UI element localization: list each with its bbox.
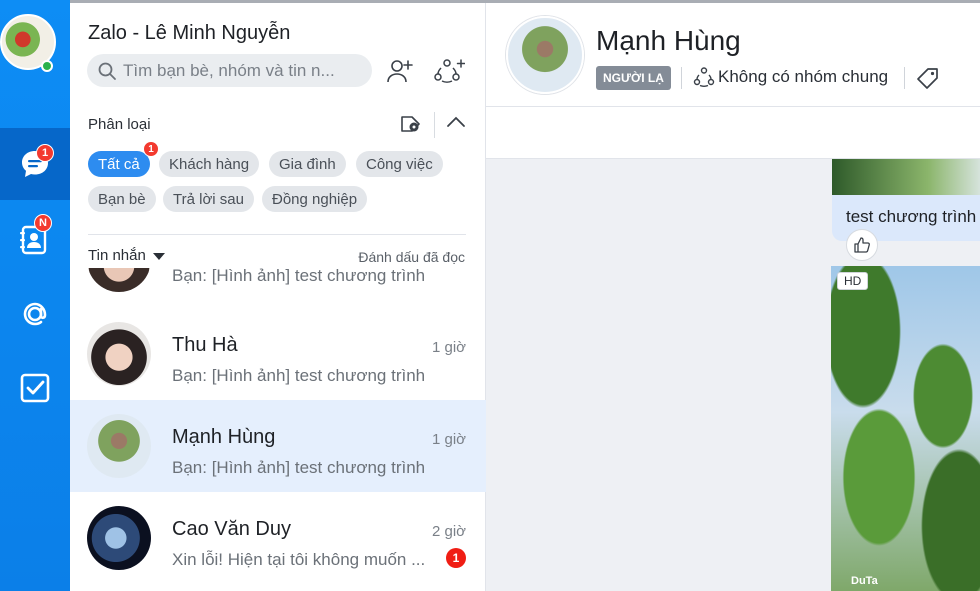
react-like-button[interactable] [846,229,878,261]
unread-badge: 1 [446,548,466,568]
manage-tags-button[interactable] [398,112,424,141]
thumbs-up-icon [854,237,870,253]
chevron-up-icon [447,116,465,127]
chip-family[interactable]: Gia đình [269,151,346,177]
photo-watermark: DuTa [851,575,878,587]
conversation-time: 2 giờ [431,523,466,540]
divider [88,234,466,235]
add-friend-button[interactable] [383,54,417,88]
contact-avatar [87,268,151,292]
conversation-name: Cao Văn Duy [172,518,291,540]
conversation-name: Thu Hà [172,334,238,356]
conversation-item[interactable]: Thu Hà 1 giờ Bạn: [Hình ảnh] test chương… [70,308,486,400]
search-box[interactable]: Tìm bạn bè, nhóm và tin n... [87,54,372,87]
common-groups-text: Không có nhóm chung [718,67,889,86]
conversation-item-selected[interactable]: Mạnh Hùng 1 giờ Bạn: [Hình ảnh] test chư… [70,400,486,492]
nav-todo[interactable] [0,352,70,424]
chat-pane: Mạnh Hùng NGƯỜI LẠ Không có nhóm chung t… [486,0,980,591]
top-border [70,0,486,3]
chip-colleagues[interactable]: Đồng nghiệp [262,186,368,212]
conversation-item-partial[interactable]: Bạn: [Hình ảnh] test chương trình [70,268,486,300]
checkbox-icon [20,373,50,403]
conversation-item[interactable]: Cao Văn Duy 2 giờ Xin lỗi! Hiện tại tôi … [70,492,486,584]
conversation-preview: Xin lỗi! Hiện tại tôi không muốn ... [172,550,426,569]
online-status-dot [41,60,53,72]
nav-contacts[interactable]: N [0,204,70,276]
contact-avatar [87,414,151,478]
message-photo[interactable]: HD DuTa [831,266,980,591]
caret-down-icon [152,252,165,260]
nav-rail: 1 N [0,0,70,591]
chat-header: Mạnh Hùng NGƯỜI LẠ Không có nhóm chung [486,3,980,107]
hd-badge: HD [837,272,869,290]
chip-reply-later[interactable]: Trả lời sau [163,186,254,212]
chip-all-badge: 1 [143,141,159,157]
nav-messages[interactable]: 1 [0,128,70,200]
chat-subheader [486,107,980,159]
chip-all[interactable]: Tất cả [88,151,150,177]
filter-title: Phân loại [88,116,151,133]
conversation-time: 1 giờ [431,339,466,356]
divider [681,67,682,89]
conversation-name: Mạnh Hùng [172,426,276,448]
app-title: Zalo - Lê Minh Nguyễn [88,22,291,44]
conversation-time: 1 giờ [431,431,466,448]
common-groups-link[interactable]: Không có nhóm chung [693,66,888,88]
conversation-preview: Bạn: [Hình ảnh] test chương trình [172,268,426,285]
chat-contact-avatar[interactable] [506,16,584,94]
divider [904,67,905,89]
create-group-button[interactable] [432,54,466,88]
messages-filter-dropdown[interactable]: Tin nhắn [88,247,168,264]
divider [434,112,435,138]
message-text: test chương trình [846,207,977,226]
search-input[interactable]: Tìm bạn bè, nhóm và tin n... [123,61,335,81]
contact-avatar [87,506,151,570]
contact-avatar [87,322,151,386]
nav-mentions[interactable] [0,278,70,350]
chip-customers[interactable]: Khách hàng [159,151,260,177]
tag-contact-button[interactable] [916,66,942,95]
messages-badge: 1 [36,144,54,162]
mark-all-read-link[interactable]: Đánh dấu đã đọc [358,249,465,265]
zalo-app: 1 N Zalo - Lê Minh Nguyễn Tìm bạn bè, nh… [0,0,980,591]
collapse-filter-button[interactable] [444,112,468,139]
chip-friends[interactable]: Bạn bè [88,186,156,212]
conversation-preview: Bạn: [Hình ảnh] test chương trình [172,458,426,477]
conversation-panel: Zalo - Lê Minh Nguyễn Tìm bạn bè, nhóm v… [70,0,486,591]
add-friend-icon [387,60,413,83]
group-icon [693,67,715,87]
tag-icon [917,68,938,89]
at-sign-icon [23,302,47,326]
chip-work[interactable]: Công việc [356,151,443,177]
conversation-preview: Bạn: [Hình ảnh] test chương trình [172,366,426,385]
message-image-thumbnail[interactable] [832,159,980,195]
messages-title: Tin nhắn [88,247,146,264]
search-icon [98,62,116,80]
stranger-badge: NGƯỜI LẠ [596,66,671,90]
create-group-icon [434,59,465,83]
chat-contact-name[interactable]: Mạnh Hùng [596,25,741,57]
message-bubble[interactable]: test chương trình [832,159,980,241]
contacts-badge: N [34,214,52,232]
tag-settings-icon [401,116,420,132]
